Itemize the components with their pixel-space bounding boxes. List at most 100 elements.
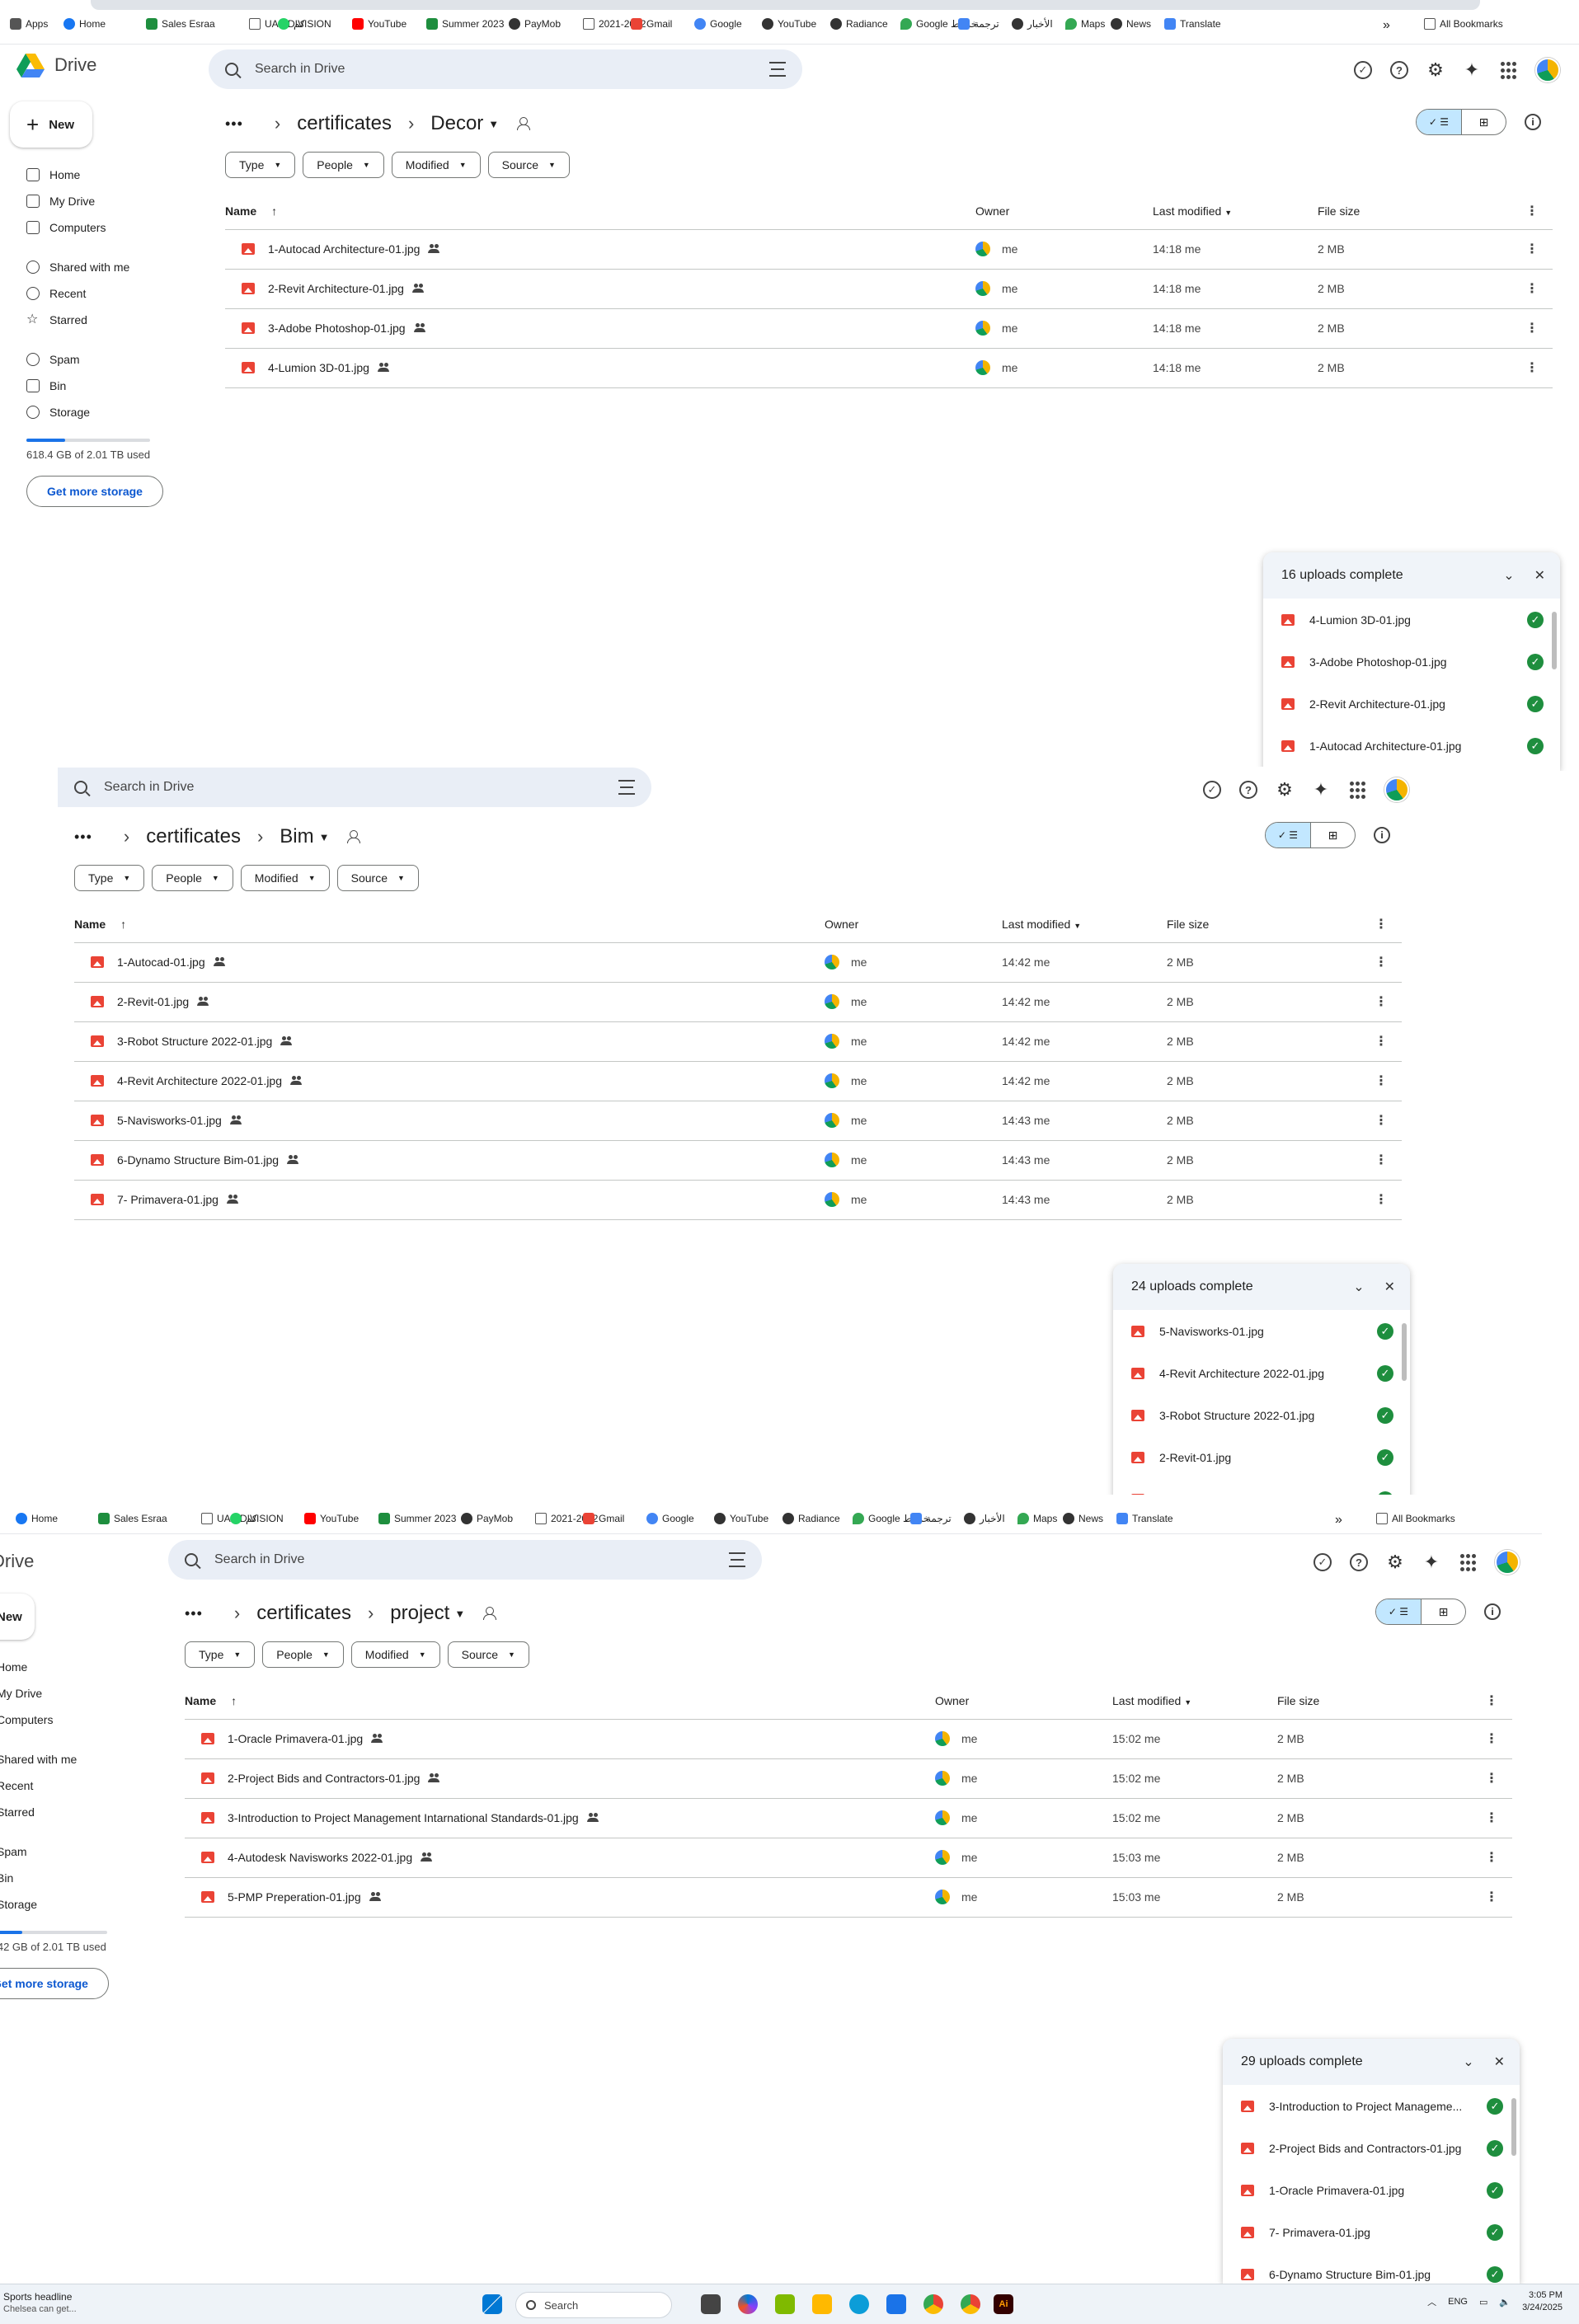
bookmark-item[interactable]: كم (230, 1513, 257, 1524)
bookmark-item[interactable]: الأخبار (964, 1513, 1005, 1524)
folder-menu-chevron-icon[interactable]: ▼ (319, 831, 330, 843)
search-input[interactable]: Search in Drive (255, 62, 345, 77)
account-avatar[interactable] (1495, 1550, 1520, 1575)
file-name-cell[interactable]: 1-Autocad-01.jpg (74, 955, 825, 969)
more-actions-icon[interactable]: ⋮ (1471, 1758, 1512, 1799)
search-input[interactable]: Search in Drive (104, 780, 194, 795)
upload-file-name[interactable]: 4-Revit Architecture 2022-01.jpg (1159, 1367, 1324, 1380)
task-view-icon[interactable] (701, 2294, 721, 2314)
upload-file-name[interactable]: 5-Navisworks-01.jpg (1159, 1325, 1264, 1338)
table-row[interactable]: 4-Revit Architecture 2022-01.jpg me 14:4… (74, 1061, 1402, 1101)
bookmarks-more-button[interactable]: » (1335, 1513, 1342, 1528)
file-name-cell[interactable]: 1-Oracle Primavera-01.jpg (185, 1732, 935, 1745)
windows-start-icon[interactable] (482, 2294, 502, 2314)
bookmark-item[interactable]: Gmail (631, 18, 672, 30)
search-options-icon[interactable] (769, 62, 786, 77)
settings-gear-icon[interactable]: ⚙ (1426, 59, 1445, 80)
column-options-icon[interactable]: ⋮ (1471, 1683, 1512, 1720)
uploads-scrollbar[interactable] (1511, 2098, 1516, 2156)
current-folder-title[interactable]: Bim (280, 825, 313, 848)
copilot-icon[interactable] (738, 2294, 758, 2314)
file-name[interactable]: 7- Primavera-01.jpg (117, 1193, 219, 1206)
file-name-cell[interactable]: 5-PMP Preperation-01.jpg (185, 1890, 935, 1904)
gemini-sparkle-icon[interactable]: ✦ (1312, 779, 1330, 800)
details-info-icon[interactable]: i (1374, 827, 1390, 843)
sidebar-item-shared[interactable]: Shared with me (20, 254, 185, 280)
bookmark-item[interactable]: Gmail (583, 1513, 624, 1524)
sidebar-item-recent[interactable]: Recent (0, 1772, 162, 1799)
upload-item[interactable]: 2-Project Bids and Contractors-01.jpg ✓ (1223, 2127, 1520, 2169)
drive-logo[interactable]: Drive (0, 1551, 34, 1572)
grid-view-button[interactable]: ⊞ (1309, 823, 1355, 847)
file-name-cell[interactable]: 2-Revit-01.jpg (74, 995, 825, 1008)
close-icon[interactable]: ✕ (1384, 1279, 1395, 1295)
table-row[interactable]: 5-PMP Preperation-01.jpg me 15:03 me 2 M… (185, 1877, 1512, 1918)
bookmark-item[interactable]: ترجمة (910, 1513, 952, 1524)
news-widget[interactable]: Sports headline Chelsea can get... (3, 2291, 77, 2316)
folder-menu-chevron-icon[interactable]: ▼ (454, 1608, 465, 1620)
table-row[interactable]: 1-Oracle Primavera-01.jpg me 15:02 me 2 … (185, 1719, 1512, 1759)
file-name[interactable]: 6-Dynamo Structure Bim-01.jpg (117, 1153, 279, 1167)
collapse-chevron-icon[interactable]: ⌄ (1353, 1279, 1364, 1295)
sidebar-item-computers[interactable]: Computers (0, 1707, 162, 1733)
bookmark-item[interactable]: ترجمة (958, 18, 999, 30)
upload-item[interactable]: 4-Revit Architecture 2022-01.jpg ✓ (1113, 1352, 1410, 1394)
upload-file-name[interactable]: 2-Revit-01.jpg (1159, 1451, 1231, 1464)
bookmark-item[interactable]: Sales Esraa (146, 18, 215, 30)
bookmark-item[interactable]: YouTube (352, 18, 406, 30)
list-view-button[interactable]: ✓ ☰ (1417, 110, 1461, 134)
upload-item[interactable]: 6-Dynamo Structure Bim-01.jpg ✓ (1223, 2253, 1520, 2284)
bookmark-item[interactable]: PayMob (509, 18, 561, 30)
column-header-modified[interactable]: Last modified ▼ (1153, 193, 1318, 230)
upload-file-name[interactable]: 4-Lumion 3D-01.jpg (1309, 613, 1411, 627)
table-row[interactable]: 6-Dynamo Structure Bim-01.jpg me 14:43 m… (74, 1140, 1402, 1181)
edge-browser-icon[interactable] (849, 2294, 869, 2314)
upload-file-name[interactable]: 3-Robot Structure 2022-01.jpg (1159, 1409, 1314, 1422)
file-name[interactable]: 2-Project Bids and Contractors-01.jpg (228, 1772, 420, 1785)
more-actions-icon[interactable]: ⋮ (1360, 1101, 1402, 1141)
search-bar[interactable]: Search in Drive (209, 49, 802, 89)
list-view-button[interactable]: ✓ ☰ (1266, 823, 1310, 847)
bookmarks-more-button[interactable]: » (1383, 18, 1390, 33)
gemini-sparkle-icon[interactable]: ✦ (1463, 59, 1481, 80)
column-header-size[interactable]: File size (1277, 1683, 1471, 1720)
breadcrumb-parent[interactable]: certificates (146, 825, 241, 848)
file-name[interactable]: 3-Introduction to Project Management Int… (228, 1811, 579, 1824)
file-name[interactable]: 1-Oracle Primavera-01.jpg (228, 1732, 363, 1745)
column-header-owner[interactable]: Owner (825, 906, 1002, 943)
search-bar[interactable]: Search in Drive (168, 1540, 762, 1580)
column-options-icon[interactable]: ⋮ (1360, 906, 1402, 943)
upload-item[interactable]: 1-Oracle Primavera-01.jpg ✓ (1223, 2169, 1520, 2211)
sidebar-item-storage[interactable]: Storage (0, 1891, 162, 1918)
bookmark-item[interactable]: PayMob (461, 1513, 513, 1524)
more-actions-icon[interactable]: ⋮ (1511, 269, 1553, 309)
account-avatar[interactable] (1384, 777, 1409, 802)
bookmark-item[interactable]: Translate (1116, 1513, 1173, 1524)
file-name-cell[interactable]: 3-Introduction to Project Management Int… (185, 1811, 935, 1824)
upload-file-name[interactable]: 3-Adobe Photoshop-01.jpg (1309, 655, 1447, 669)
table-row[interactable]: 7- Primavera-01.jpg me 14:43 me 2 MB ⋮ (74, 1180, 1402, 1220)
bookmark-item[interactable]: Home (16, 1513, 58, 1524)
more-actions-icon[interactable]: ⋮ (1360, 1180, 1402, 1220)
more-actions-icon[interactable]: ⋮ (1360, 1140, 1402, 1181)
sidebar-item-starred[interactable]: Starred (0, 1799, 162, 1825)
filter-chip-type[interactable]: Type ▼ (225, 152, 296, 178)
table-row[interactable]: 4-Autodesk Navisworks 2022-01.jpg me 15:… (185, 1838, 1512, 1878)
breadcrumb-more-icon[interactable]: ••• (185, 1605, 203, 1622)
gemini-sparkle-icon[interactable]: ✦ (1422, 1552, 1440, 1572)
bookmark-item[interactable]: News (1063, 1513, 1103, 1524)
table-row[interactable]: 1-Autocad-01.jpg me 14:42 me 2 MB ⋮ (74, 942, 1402, 983)
details-info-icon[interactable]: i (1484, 1603, 1501, 1620)
illustrator-icon[interactable]: Ai (994, 2294, 1013, 2314)
bookmark-item[interactable]: Radiance (830, 18, 888, 30)
bookmark-item[interactable]: Google (694, 18, 742, 30)
collapse-chevron-icon[interactable]: ⌄ (1503, 567, 1514, 584)
search-input[interactable]: Search in Drive (214, 1552, 304, 1567)
upload-file-name[interactable]: 3-Introduction to Project Manageme... (1269, 2100, 1462, 2113)
bookmark-item[interactable]: YouTube (714, 1513, 768, 1524)
bookmark-item[interactable]: Translate (1164, 18, 1221, 30)
file-name-cell[interactable]: 2-Revit Architecture-01.jpg (225, 282, 975, 295)
column-header-modified[interactable]: Last modified ▼ (1112, 1683, 1277, 1720)
all-bookmarks-button[interactable]: All Bookmarks (1376, 1513, 1455, 1524)
sidebar-item-home[interactable]: Home (20, 162, 185, 188)
